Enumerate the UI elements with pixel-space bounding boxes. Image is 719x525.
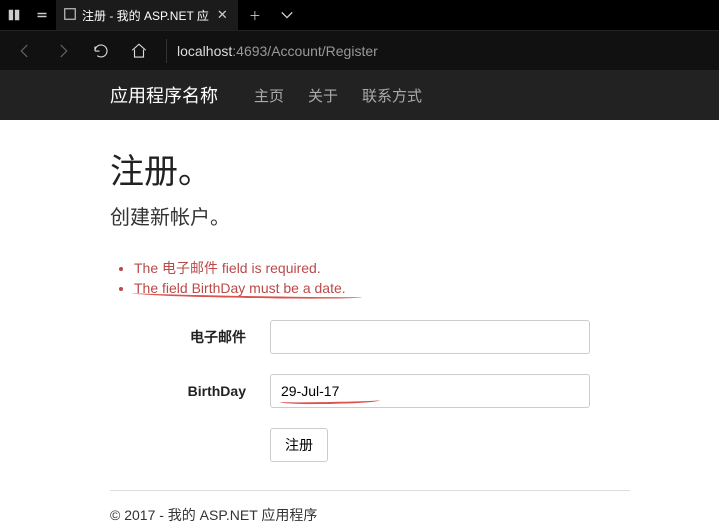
main-content: 注册。 创建新帐户。 The 电子邮件 field is required. T… [0,120,600,525]
url-host: localhost [177,43,232,59]
separator [166,39,167,63]
nav-contact[interactable]: 联系方式 [362,85,422,106]
register-button[interactable]: 注册 [270,428,328,462]
field-row-birthday: BirthDay [110,374,600,408]
page-heading: 注册。 [110,144,600,193]
tab-title: 注册 - 我的 ASP.NET 应 [82,7,209,24]
validation-error: The 电子邮件 field is required. [134,258,600,278]
site-nav: 应用程序名称 主页 关于 联系方式 [0,70,719,120]
pin-icon[interactable] [28,0,56,30]
page-icon [64,8,76,23]
nav-about[interactable]: 关于 [308,85,338,106]
url-path: :4693/Account/Register [232,43,378,59]
divider [110,490,630,491]
browser-address-bar: localhost:4693/Account/Register [0,30,719,70]
validation-summary: The 电子邮件 field is required. The field Bi… [134,258,600,296]
email-label: 电子邮件 [110,327,270,347]
browser-tab[interactable]: 注册 - 我的 ASP.NET 应 ✕ [56,0,239,30]
reading-view-icon[interactable] [0,0,28,30]
email-input[interactable] [270,320,590,354]
birthday-label: BirthDay [110,383,270,399]
page-subtitle: 创建新帐户。 [110,201,600,230]
forward-button [46,34,80,68]
back-button [8,34,42,68]
footer-text: © 2017 - 我的 ASP.NET 应用程序 [110,505,600,525]
tab-close-icon[interactable]: ✕ [215,7,230,23]
url-field[interactable]: localhost:4693/Account/Register [177,43,378,59]
validation-error: The field BirthDay must be a date. [134,280,600,296]
nav-home[interactable]: 主页 [254,85,284,106]
brand-link[interactable]: 应用程序名称 [110,82,218,108]
submit-row: 注册 [110,428,600,462]
field-row-email: 电子邮件 [110,320,600,354]
tab-actions-icon[interactable] [271,0,303,30]
home-button[interactable] [122,34,156,68]
new-tab-button[interactable]: ＋ [239,0,271,30]
browser-titlebar: 注册 - 我的 ASP.NET 应 ✕ ＋ [0,0,719,30]
refresh-button[interactable] [84,34,118,68]
